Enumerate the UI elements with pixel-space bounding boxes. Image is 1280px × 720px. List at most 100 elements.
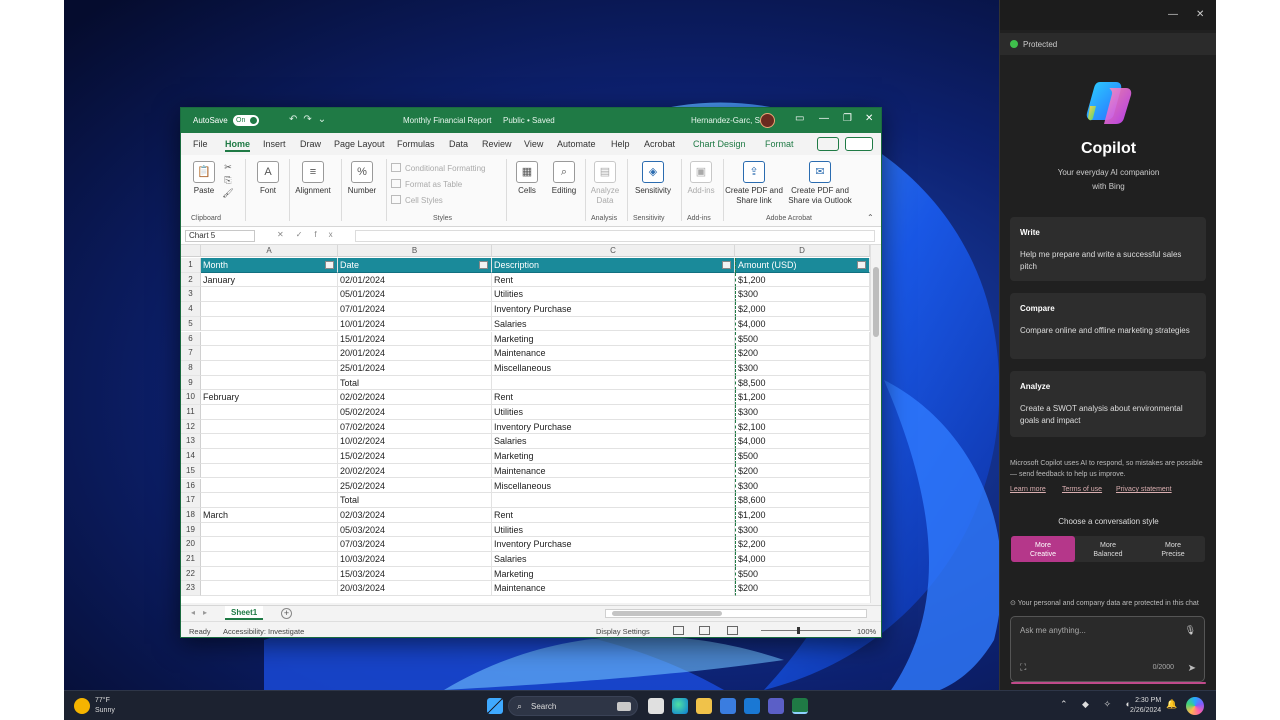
table-cell[interactable]: Inventory Purchase: [492, 419, 735, 435]
format-as-table-button[interactable]: Format as Table: [391, 179, 462, 189]
analyze-data-button[interactable]: ▤ Analyze Data: [587, 161, 623, 206]
task-view-icon[interactable]: [648, 698, 664, 714]
table-cell[interactable]: [201, 405, 338, 420]
filter-dropdown-icon[interactable]: [325, 261, 334, 269]
system-tray[interactable]: ⌃ ◆ ✧ ◐: [1060, 699, 1137, 710]
table-cell[interactable]: $8,500: [735, 375, 870, 391]
table-cell[interactable]: [201, 375, 338, 391]
table-cell[interactable]: Salaries: [492, 552, 735, 567]
taskbar-clock[interactable]: 2:30 PM 2/26/2024: [1130, 696, 1161, 716]
tab-file[interactable]: File: [193, 139, 208, 149]
formula-input[interactable]: [355, 230, 875, 242]
sheet-tab-sheet1[interactable]: Sheet1: [225, 606, 264, 620]
table-cell[interactable]: $300: [735, 287, 870, 303]
table-cell[interactable]: Marketing: [492, 331, 735, 347]
table-cell[interactable]: Rent: [492, 390, 735, 405]
table-cell[interactable]: [201, 346, 338, 361]
table-cell[interactable]: [492, 493, 735, 508]
table-cell[interactable]: 15/02/2024: [338, 449, 492, 464]
table-cell[interactable]: Maintenance: [492, 463, 735, 479]
horizontal-scrollbar[interactable]: [605, 609, 867, 618]
table-cell[interactable]: 20/01/2024: [338, 346, 492, 361]
notification-bell-icon[interactable]: 🔔: [1166, 699, 1177, 710]
formula-controls[interactable]: ✕✓fx: [277, 230, 345, 239]
table-cell[interactable]: [492, 375, 735, 391]
quick-access-toolbar[interactable]: ↶↷⌄: [289, 114, 332, 125]
table-cell[interactable]: [201, 434, 338, 450]
terms-of-use-link[interactable]: Terms of use: [1062, 486, 1102, 493]
row-number[interactable]: 3: [181, 287, 201, 303]
table-header-cell[interactable]: Date: [338, 258, 492, 273]
filter-dropdown-icon[interactable]: [479, 261, 488, 269]
row-number[interactable]: 7: [181, 346, 201, 361]
minimize-icon[interactable]: —: [1168, 9, 1178, 20]
column-header-a[interactable]: A: [201, 245, 338, 257]
font-button[interactable]: A Font: [251, 161, 285, 196]
table-cell[interactable]: 10/01/2024: [338, 316, 492, 332]
edge-browser-icon[interactable]: [672, 698, 688, 714]
table-header-cell[interactable]: Amount (USD): [735, 258, 870, 273]
outlook-icon[interactable]: [744, 698, 760, 714]
table-cell[interactable]: [201, 463, 338, 479]
table-cell[interactable]: 05/03/2024: [338, 522, 492, 538]
learn-more-link[interactable]: Learn more: [1010, 486, 1046, 493]
row-number[interactable]: 15: [181, 463, 201, 479]
tab-view[interactable]: View: [524, 139, 543, 149]
weather-widget[interactable]: 77°F Sunny: [95, 696, 115, 716]
table-cell[interactable]: $4,000: [735, 434, 870, 450]
table-cell[interactable]: $8,600: [735, 493, 870, 508]
row-number[interactable]: 13: [181, 434, 201, 450]
table-header-cell[interactable]: Description: [492, 258, 735, 273]
table-cell[interactable]: [201, 419, 338, 435]
zoom-level[interactable]: 100%: [857, 627, 876, 636]
suggestion-card-compare[interactable]: Compare Compare online and offline marke…: [1010, 293, 1206, 359]
cells-button[interactable]: ▦ Cells: [511, 161, 543, 196]
table-cell[interactable]: 02/01/2024: [338, 272, 492, 288]
row-number[interactable]: 5: [181, 316, 201, 332]
table-cell[interactable]: $2,000: [735, 302, 870, 317]
filter-dropdown-icon[interactable]: [857, 261, 866, 269]
table-cell[interactable]: 07/03/2024: [338, 537, 492, 552]
row-number[interactable]: 8: [181, 360, 201, 376]
table-cell[interactable]: $4,000: [735, 316, 870, 332]
table-cell[interactable]: $300: [735, 360, 870, 376]
addins-button[interactable]: ▣ Add-ins: [683, 161, 719, 196]
row-number[interactable]: 21: [181, 552, 201, 567]
table-cell[interactable]: $1,200: [735, 507, 870, 523]
table-cell[interactable]: Maintenance: [492, 581, 735, 597]
create-pdf-link-button[interactable]: ⇪ Create PDF and Share link: [725, 161, 783, 206]
table-cell[interactable]: $300: [735, 405, 870, 420]
tab-help[interactable]: Help: [611, 139, 630, 149]
ribbon-display-icon[interactable]: ▭: [795, 113, 804, 124]
table-cell[interactable]: $200: [735, 581, 870, 597]
table-cell[interactable]: [201, 493, 338, 508]
table-cell[interactable]: 25/01/2024: [338, 360, 492, 376]
table-cell[interactable]: Rent: [492, 272, 735, 288]
row-number[interactable]: 6: [181, 331, 201, 347]
table-cell[interactable]: 07/01/2024: [338, 302, 492, 317]
table-cell[interactable]: Marketing: [492, 449, 735, 464]
table-cell[interactable]: 07/02/2024: [338, 419, 492, 435]
start-windows-icon[interactable]: [487, 698, 503, 714]
style-more-precise[interactable]: More Precise: [1141, 536, 1205, 562]
comments-button[interactable]: [817, 137, 839, 151]
collapse-ribbon-icon[interactable]: ⌃: [867, 213, 874, 222]
normal-view-icon[interactable]: [673, 626, 684, 635]
row-number[interactable]: 16: [181, 478, 201, 494]
table-cell[interactable]: Rent: [492, 507, 735, 523]
table-cell[interactable]: [201, 287, 338, 303]
column-header-c[interactable]: C: [492, 245, 735, 257]
cell-styles-button[interactable]: Cell Styles: [391, 195, 443, 205]
table-cell[interactable]: $2,100: [735, 419, 870, 435]
store-icon[interactable]: [720, 698, 736, 714]
table-cell[interactable]: $200: [735, 346, 870, 361]
table-cell[interactable]: [201, 360, 338, 376]
cut-copy-buttons[interactable]: ✂ ⎘ 🖌: [219, 161, 237, 200]
teams-icon[interactable]: [768, 698, 784, 714]
tab-review[interactable]: Review: [482, 139, 512, 149]
table-cell[interactable]: $4,000: [735, 552, 870, 567]
table-cell[interactable]: [201, 331, 338, 347]
tab-draw[interactable]: Draw: [300, 139, 321, 149]
copilot-taskbar-icon[interactable]: [1186, 697, 1204, 715]
table-cell[interactable]: $500: [735, 331, 870, 347]
